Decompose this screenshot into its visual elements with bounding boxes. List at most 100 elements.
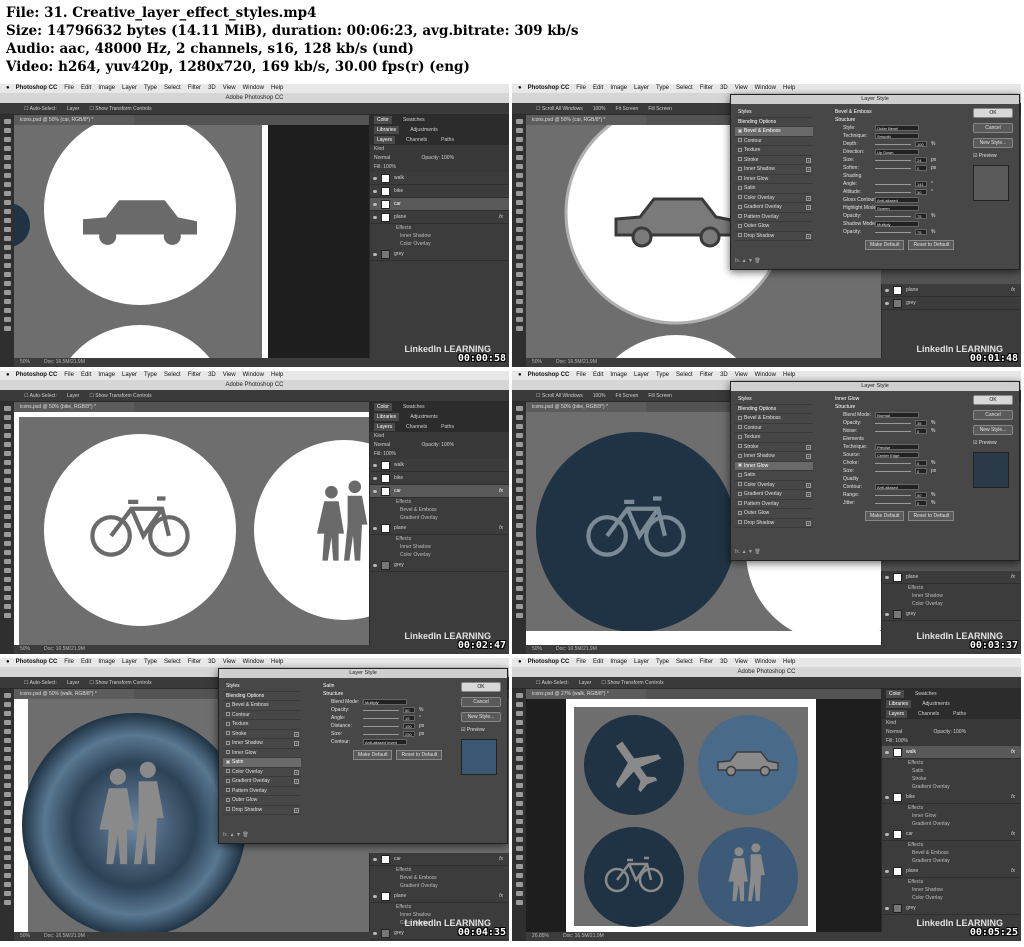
- tool-icon[interactable]: [3, 406, 11, 411]
- visibility-eye-icon[interactable]: [885, 796, 889, 799]
- style-item-satin[interactable]: Satin: [735, 471, 813, 481]
- show-transform-controls[interactable]: ☐ Show Transform Controls: [89, 680, 151, 686]
- menu-photoshop-cc[interactable]: Photoshop CC: [16, 658, 58, 667]
- layer-row-plane[interactable]: plane fx: [370, 211, 509, 224]
- layer-effect-bevel-emboss[interactable]: Bevel & Emboss: [370, 874, 509, 882]
- menu-select[interactable]: Select: [164, 371, 181, 380]
- document-tab[interactable]: icons.psd @ 27% (walk, RGB/8*) *: [526, 689, 646, 699]
- tool-icon[interactable]: [3, 523, 11, 528]
- menu-edit[interactable]: Edit: [81, 84, 91, 93]
- style-checkbox[interactable]: [738, 128, 742, 133]
- style-checkbox[interactable]: [226, 807, 230, 812]
- menu-view[interactable]: View: [223, 658, 236, 667]
- reset-to-default-button[interactable]: Reset to Default: [908, 511, 955, 521]
- tool-icon[interactable]: [3, 810, 11, 815]
- tool-icon[interactable]: [3, 891, 11, 896]
- ok-button[interactable]: OK: [461, 682, 501, 692]
- layer-row-car[interactable]: car fx: [370, 485, 509, 498]
- tool-icon[interactable]: [515, 424, 523, 429]
- tool-icon[interactable]: [515, 514, 523, 519]
- layer-effect-stroke[interactable]: Stroke: [882, 775, 1021, 783]
- menu-view[interactable]: View: [735, 371, 748, 380]
- tab-paths[interactable]: Paths: [438, 423, 457, 431]
- style-checkbox[interactable]: [738, 204, 742, 209]
- tool-icon[interactable]: [515, 702, 523, 707]
- tool-icon[interactable]: [515, 855, 523, 860]
- setting-dropdown[interactable]: Outer Bevel: [875, 125, 919, 131]
- add-style-icon[interactable]: +: [806, 195, 811, 201]
- tool-icon[interactable]: [515, 586, 523, 591]
- auto-select-checkbox[interactable]: ☐ Auto-Select:: [24, 393, 57, 399]
- layer-dropdown[interactable]: Layer: [67, 106, 80, 112]
- layer-effect-gradient-overlay[interactable]: Gradient Overlay: [882, 820, 1021, 828]
- tool-icon[interactable]: [3, 532, 11, 537]
- make-default-button[interactable]: Make Default: [865, 511, 905, 521]
- preview-checkbox[interactable]: ☑ Preview: [461, 727, 501, 733]
- tool-icon[interactable]: [515, 308, 523, 313]
- tab-libraries[interactable]: Libraries: [374, 126, 400, 134]
- setting-slider[interactable]: [875, 423, 911, 424]
- tool-icon[interactable]: [515, 711, 523, 716]
- menu-type[interactable]: Type: [656, 84, 669, 93]
- setting-value-field[interactable]: 24: [915, 157, 927, 163]
- menu-type[interactable]: Type: [656, 658, 669, 667]
- tool-icon[interactable]: [515, 604, 523, 609]
- layer-effect-satin[interactable]: Satin: [882, 767, 1021, 775]
- layer-effect-gradient-overlay[interactable]: Gradient Overlay: [882, 857, 1021, 865]
- tool-icon[interactable]: [3, 828, 11, 833]
- tab-paths[interactable]: Paths: [438, 136, 457, 144]
- setting-dropdown[interactable]: Anti-aliased: [875, 484, 919, 490]
- tool-icon[interactable]: [515, 783, 523, 788]
- layer-row-bike[interactable]: bike: [370, 472, 509, 485]
- new-style--button[interactable]: New Style...: [973, 425, 1013, 435]
- visibility-eye-icon[interactable]: [373, 464, 377, 467]
- menu-select[interactable]: Select: [676, 84, 693, 93]
- tool-icon[interactable]: [3, 200, 11, 205]
- menu-3d[interactable]: 3D: [208, 658, 216, 667]
- layer-dropdown[interactable]: Layer: [67, 393, 80, 399]
- tool-icon[interactable]: [515, 460, 523, 465]
- style-checkbox[interactable]: [738, 520, 742, 525]
- menu-file[interactable]: File: [576, 84, 586, 93]
- preview-checkbox[interactable]: ☑ Preview: [973, 153, 1013, 159]
- menu-edit[interactable]: Edit: [593, 371, 603, 380]
- style-checkbox[interactable]: [226, 778, 230, 783]
- setting-value-field[interactable]: 0: [915, 165, 927, 171]
- tool-icon[interactable]: [515, 559, 523, 564]
- auto-select-checkbox[interactable]: ☐ Auto-Select:: [24, 106, 57, 112]
- setting-slider[interactable]: [875, 503, 911, 504]
- layer-row-walk[interactable]: walk: [370, 459, 509, 472]
- menu-3d[interactable]: 3D: [720, 658, 728, 667]
- tool-icon[interactable]: [515, 146, 523, 151]
- add-style-icon[interactable]: +: [806, 482, 811, 488]
- style-item-bevel-emboss[interactable]: Bevel & Emboss: [223, 701, 301, 711]
- layer-effect-effects[interactable]: Effects: [882, 804, 1021, 812]
- setting-slider[interactable]: [875, 495, 911, 496]
- layer-effect-effects[interactable]: Effects: [370, 224, 509, 232]
- visibility-eye-icon[interactable]: [373, 527, 377, 530]
- menu-edit[interactable]: Edit: [81, 371, 91, 380]
- tool-icon[interactable]: [3, 272, 11, 277]
- show-transform-controls[interactable]: ☐ Show Transform Controls: [89, 106, 151, 112]
- tab-layers[interactable]: Layers: [374, 423, 396, 431]
- tool-icon[interactable]: [3, 191, 11, 196]
- style-item-color-overlay[interactable]: Color Overlay +: [735, 481, 813, 490]
- layer-effect-inner-shadow[interactable]: Inner Shadow: [370, 543, 509, 551]
- style-item-stroke[interactable]: Stroke +: [735, 443, 813, 452]
- add-style-icon[interactable]: +: [806, 167, 811, 172]
- tool-icon[interactable]: [3, 837, 11, 842]
- menu-image[interactable]: Image: [610, 84, 627, 93]
- style-checkbox[interactable]: [226, 750, 230, 755]
- setting-dropdown[interactable]: Center Edge: [875, 452, 919, 458]
- document-tab[interactable]: icons.psd @ 50% (car, RGB/8*) *: [14, 115, 134, 125]
- tool-icon[interactable]: [3, 317, 11, 322]
- menu-window[interactable]: Window: [243, 371, 264, 380]
- style-item-bevel-emboss[interactable]: Bevel & Emboss: [735, 414, 813, 424]
- setting-slider[interactable]: [875, 144, 911, 145]
- tool-icon[interactable]: [3, 137, 11, 142]
- setting-slider[interactable]: [875, 471, 911, 472]
- fx-icon[interactable]: fx: [499, 211, 503, 224]
- layer-kind-filter[interactable]: Kind: [370, 432, 509, 441]
- blend-mode-select[interactable]: Normal: [374, 155, 390, 161]
- setting-value-field[interactable]: 19: [403, 715, 415, 721]
